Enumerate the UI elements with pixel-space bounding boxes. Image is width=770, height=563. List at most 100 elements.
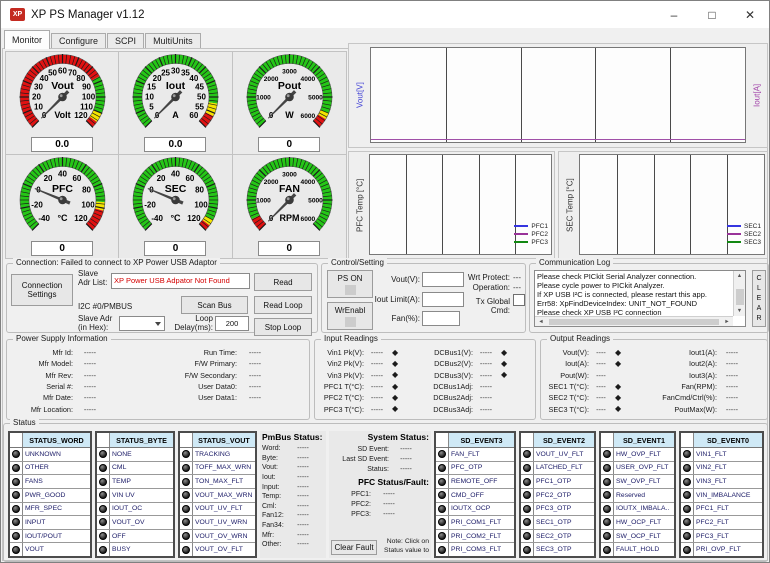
scroll-left-icon[interactable]: ◄ [535,317,547,327]
reading-value[interactable]: ----- [371,501,407,508]
reading-row: User Data0:----- [157,381,307,392]
reading-value[interactable]: ----- [389,456,423,463]
scroll-right-icon[interactable]: ► [721,317,733,327]
led-cell [180,530,193,543]
reading-value: ---- [589,393,613,402]
status-row: IOUT/POUT [10,530,90,544]
status-flag-label: VOUT_UV_FLT [534,448,594,461]
slave-adr-combobox[interactable] [119,316,165,331]
clear-log-button[interactable]: CLEAR [752,270,766,327]
status-row: PRI_OVP_FLT [681,543,762,556]
fan-set-label: Fan(%): [378,314,420,323]
sec-gauge-dial: -40-20020406080100120SEC°C [119,155,232,243]
reading-value[interactable]: ----- [288,464,318,471]
reading-row: Iout3(A):----- [645,370,765,381]
led-cell [681,543,694,556]
reading-label: Iout(A): [543,359,589,368]
wr-enabl-button[interactable]: WrEnabl [327,302,373,330]
reading-value[interactable]: ----- [389,446,423,453]
reading-value: ----- [364,393,390,402]
status-row: PFC2_FLT [681,516,762,530]
reading-value[interactable]: ----- [288,445,318,452]
reading-value: ----- [364,405,390,414]
led-cell [521,489,534,502]
status-table-title: STATUS_BYTE [110,433,173,447]
horizontal-scrollbar[interactable]: ◄ ► [535,316,733,326]
reading-value[interactable]: ----- [288,512,318,519]
reading-value[interactable]: ----- [389,466,423,473]
loop-delay-input[interactable]: 200 [215,316,249,331]
vertical-scroll-thumb[interactable] [736,289,744,305]
reading-value: ----- [237,382,273,391]
reading-value[interactable]: ----- [288,532,318,539]
horizontal-scroll-thumb[interactable] [549,319,719,325]
legend-item: PFC1 [514,222,548,230]
svg-text:°C: °C [57,213,68,223]
pmbus-status-block: PmBus Status: Word:-----Byte:-----Vout:-… [260,431,326,558]
led-cell [180,489,193,502]
status-table-header: STATUS_VOUT [180,433,255,448]
reading-value[interactable]: ----- [288,474,318,481]
led-cell [97,448,110,461]
status-flag-label: TEMP [110,475,173,488]
led-cell [681,516,694,529]
reading-row: Fan34:----- [262,521,324,531]
output-readings-right: Iout1(A):-----Iout2(A):-----Iout3(A):---… [645,347,765,415]
reading-value[interactable]: ----- [288,522,318,529]
reading-value[interactable]: ----- [288,493,318,500]
reading-row: Temp:----- [262,492,324,502]
sd-event1-table: SD_EVENT1HW_OVP_FLTUSER_OVP_FLTSW_OVP_FL… [599,431,676,558]
close-icon[interactable]: ✕ [731,1,769,28]
tab-configure[interactable]: Configure [51,33,106,49]
status-led-indicator [12,450,20,458]
reading-value: ----- [364,348,390,357]
legend-item: SEC3 [727,238,761,246]
reading-value[interactable]: ----- [371,511,407,518]
status-led-indicator [523,491,531,499]
led-column-header [521,433,534,447]
status-led-indicator [182,478,190,486]
reading-value: ----- [73,393,107,402]
read-button[interactable]: Read [254,273,312,291]
tab-monitor[interactable]: Monitor [4,30,50,49]
led-cell [601,489,614,502]
clear-fault-button[interactable]: Clear Fault [331,540,377,555]
scroll-up-icon[interactable]: ▲ [734,271,746,281]
status-led-indicator [12,505,20,513]
svg-text:1000: 1000 [256,198,271,205]
reading-value[interactable]: ----- [288,541,318,548]
fan-set-input[interactable] [422,311,460,326]
reading-label: F/W Primary: [157,359,237,368]
adaptor-error-textbox[interactable]: XP Power USB Adpator Not Found [111,273,250,289]
status-flag-label: IOUTX_IMBALA.. [614,503,674,516]
reading-value[interactable]: ----- [371,491,407,498]
maximize-icon[interactable]: □ [693,1,731,28]
ps-on-button[interactable]: PS ON [327,270,373,298]
status-flag-label: VOUT [23,543,90,556]
stop-loop-button[interactable]: Stop Loop [254,318,312,336]
led-column-header [10,433,23,447]
svg-text:3000: 3000 [282,69,297,76]
status-row: TOFF_MAX_WRN [180,462,255,476]
reading-label: SEC3 T(°C): [543,405,589,414]
read-loop-button[interactable]: Read Loop [254,296,312,314]
svg-text:-40: -40 [38,214,50,223]
scan-bus-button[interactable]: Scan Bus [181,296,248,314]
reading-value[interactable]: ----- [288,484,318,491]
minimize-icon[interactable]: – [655,1,693,28]
status-flag-label: NONE [110,448,173,461]
reading-value[interactable]: ----- [288,503,318,510]
connection-settings-button[interactable]: Connection Settings [11,274,73,306]
vout-set-input[interactable] [422,272,464,287]
led-cell [521,530,534,543]
scroll-down-icon[interactable]: ▼ [734,306,746,316]
tab-scpi[interactable]: SCPI [107,33,144,49]
led-cell [180,503,193,516]
status-led-indicator [438,491,446,499]
reading-value[interactable]: ----- [288,455,318,462]
reading-label: Input: [262,484,288,491]
communication-log-textbox[interactable]: Please check PICkit Serial Analyzer conn… [534,270,746,327]
tab-multiunits[interactable]: MultiUnits [145,33,201,49]
tx-global-cmd-checkbox[interactable] [513,294,525,306]
vertical-scrollbar[interactable]: ▲ ▼ [733,271,745,316]
